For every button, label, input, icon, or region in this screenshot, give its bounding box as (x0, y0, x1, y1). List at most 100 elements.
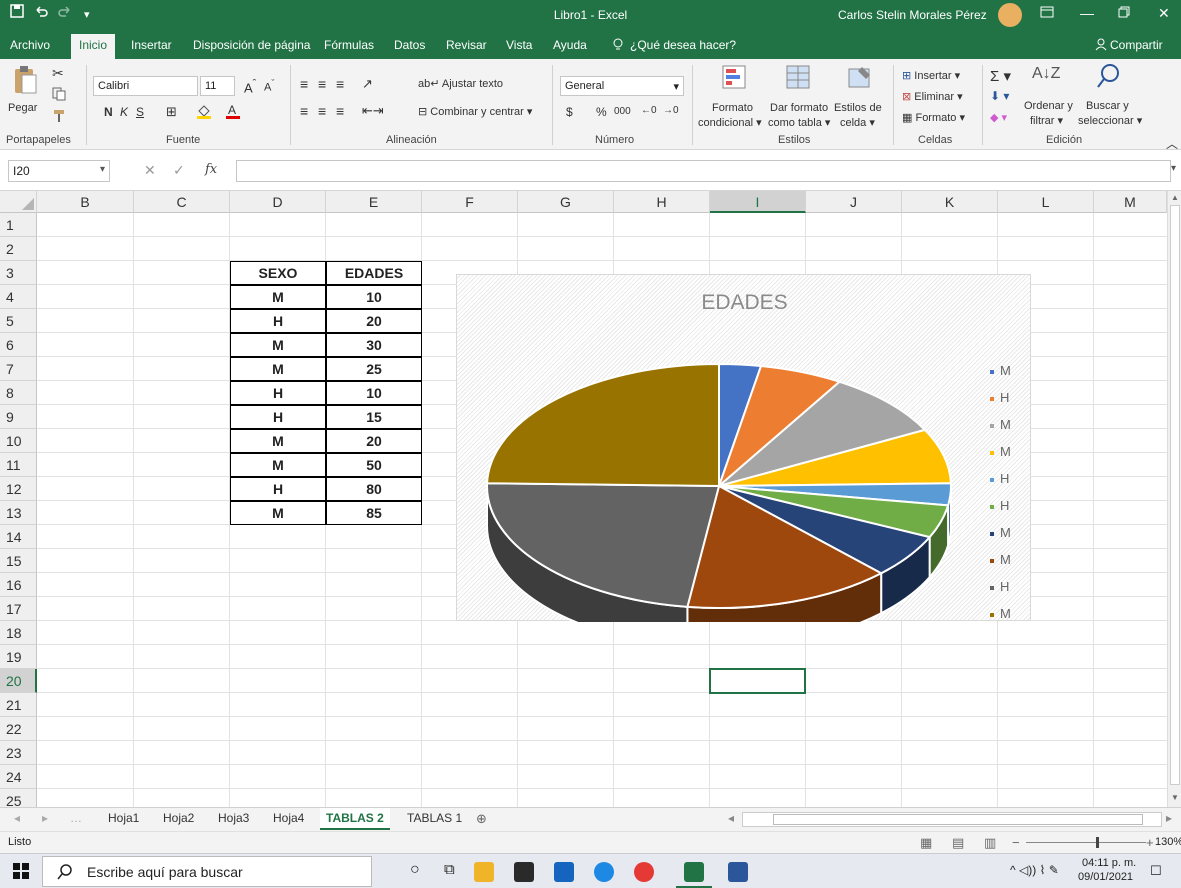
tab-archivo[interactable]: Archivo (10, 38, 50, 52)
pie-slice-10[interactable] (486, 362, 720, 488)
cell-sexo[interactable]: H (230, 405, 326, 429)
row-header-13[interactable]: 13 (0, 501, 37, 525)
row-header-1[interactable]: 1 (0, 213, 37, 237)
cell-sexo[interactable]: H (230, 381, 326, 405)
legend-item[interactable]: M (990, 525, 1011, 540)
taskbar-time[interactable]: 04:11 p. m. (1082, 857, 1136, 869)
header-sexo[interactable]: SEXO (230, 261, 326, 285)
font-color-icon[interactable]: A (225, 103, 241, 122)
row-header-7[interactable]: 7 (0, 357, 37, 381)
scroll-tabs-right-icon[interactable]: ▸ (42, 811, 48, 825)
format-painter-icon[interactable] (52, 109, 66, 126)
legend-item[interactable]: M (990, 444, 1011, 459)
cell-sexo[interactable]: H (230, 309, 326, 333)
row-header-24[interactable]: 24 (0, 765, 37, 789)
row-header-18[interactable]: 18 (0, 621, 37, 645)
row-header-14[interactable]: 14 (0, 525, 37, 549)
thousands-button[interactable]: 000 (614, 106, 631, 117)
zoom-slider-thumb[interactable] (1096, 837, 1099, 848)
conditional-format-button-2[interactable]: condicional ▾ (698, 116, 762, 129)
excel-taskbar-icon[interactable] (684, 862, 704, 882)
column-header-f[interactable]: F (422, 191, 518, 213)
legend-item[interactable]: M (990, 552, 1011, 567)
collapse-ribbon-icon[interactable]: ︿ (1166, 135, 1178, 152)
cell-edad[interactable]: 10 (326, 285, 422, 309)
scroll-down-icon[interactable]: ▼ (1171, 793, 1179, 802)
decrease-decimal-icon[interactable]: →0 (663, 105, 679, 116)
format-as-table-button[interactable]: como tabla ▾ (768, 116, 830, 129)
align-center-icon[interactable]: ≡ (318, 103, 326, 119)
column-header-k[interactable]: K (902, 191, 998, 213)
cell-sexo[interactable]: H (230, 477, 326, 501)
horizontal-scrollbar[interactable] (742, 812, 1162, 827)
copy-icon[interactable] (52, 87, 66, 104)
word-taskbar-icon[interactable] (728, 862, 748, 882)
row-header-11[interactable]: 11 (0, 453, 37, 477)
legend-item[interactable]: H (990, 471, 1009, 486)
cell-edad[interactable]: 15 (326, 405, 422, 429)
hscroll-thumb[interactable] (773, 814, 1143, 825)
column-header-c[interactable]: C (134, 191, 230, 213)
autosum-icon[interactable]: Σ ▾ (990, 67, 1011, 85)
align-right-icon[interactable]: ≡ (336, 103, 344, 119)
align-bottom-icon[interactable]: ≡ (336, 76, 344, 92)
italic-button[interactable]: K (120, 105, 128, 119)
pie-chart-plot[interactable] (457, 275, 1032, 622)
tell-me-search[interactable]: ¿Qué desea hacer? (630, 38, 736, 52)
file-explorer-icon[interactable] (474, 862, 494, 882)
align-middle-icon[interactable]: ≡ (318, 76, 326, 92)
percent-button[interactable]: % (596, 105, 607, 119)
column-header-d[interactable]: D (230, 191, 326, 213)
column-header-i[interactable]: I (710, 191, 806, 213)
select-all-corner[interactable] (0, 191, 37, 213)
font-name-select[interactable]: Calibri (93, 76, 198, 96)
shrink-font-icon[interactable]: Aˇ (264, 78, 274, 94)
column-header-j[interactable]: J (806, 191, 902, 213)
store-icon[interactable] (514, 862, 534, 882)
indent-icon[interactable]: ⇤⇥ (362, 103, 384, 119)
clear-icon[interactable]: ◆ ▾ (990, 111, 1007, 124)
legend-item[interactable]: M (990, 363, 1011, 378)
active-cell-selection[interactable] (709, 668, 806, 694)
row-header-12[interactable]: 12 (0, 477, 37, 501)
align-top-icon[interactable]: ≡ (300, 76, 308, 92)
font-size-select[interactable]: 11 (200, 76, 235, 96)
tab-revisar[interactable]: Revisar (446, 38, 487, 52)
restore-icon[interactable] (1118, 5, 1130, 21)
legend-item[interactable]: M (990, 417, 1011, 432)
zoom-slider[interactable] (1026, 837, 1146, 848)
row-header-5[interactable]: 5 (0, 309, 37, 333)
sheet-tab-hoja2[interactable]: Hoja2 (163, 811, 194, 825)
minimize-icon[interactable]: — (1080, 5, 1094, 21)
grow-font-icon[interactable]: Aˆ (244, 78, 256, 95)
row-header-4[interactable]: 4 (0, 285, 37, 309)
row-header-10[interactable]: 10 (0, 429, 37, 453)
scroll-thumb[interactable] (1170, 205, 1180, 785)
sort-label-1[interactable]: Ordenar y (1024, 100, 1073, 112)
number-format-select[interactable]: General ▾ (560, 76, 684, 96)
user-name[interactable]: Carlos Stelin Morales Pérez (838, 8, 987, 22)
fill-icon[interactable]: ⬇ ▾ (990, 89, 1009, 103)
conditional-format-button[interactable]: Formato (712, 102, 753, 114)
cell-edad[interactable]: 10 (326, 381, 422, 405)
delete-cells-button[interactable]: ⊠ Eliminar ▾ (902, 90, 963, 103)
row-header-3[interactable]: 3 (0, 261, 37, 285)
tab-ayuda[interactable]: Ayuda (553, 38, 587, 52)
sheet-tab-hoja4[interactable]: Hoja4 (273, 811, 304, 825)
tab-formulas[interactable]: Fórmulas (324, 38, 374, 52)
confirm-icon[interactable]: ✓ (173, 162, 185, 179)
taskbar-date[interactable]: 09/01/2021 (1078, 871, 1133, 883)
pie-chart[interactable]: EDADES MHMMHHMMHM (456, 274, 1032, 622)
find-select-button[interactable]: seleccionar ▾ (1078, 114, 1142, 127)
avatar[interactable] (998, 3, 1022, 27)
cell-sexo[interactable]: M (230, 453, 326, 477)
column-header-g[interactable]: G (518, 191, 614, 213)
cancel-icon[interactable]: ✕ (144, 162, 156, 179)
cortana-icon[interactable]: ○ (410, 861, 420, 879)
tab-disposicion[interactable]: Disposición de página (193, 38, 310, 52)
vertical-scrollbar[interactable]: ▲ ▼ (1167, 191, 1181, 807)
bold-button[interactable]: N (104, 105, 113, 119)
close-icon[interactable]: ✕ (1158, 5, 1170, 22)
currency-button[interactable]: $ (566, 105, 573, 119)
cell-sexo[interactable]: M (230, 429, 326, 453)
